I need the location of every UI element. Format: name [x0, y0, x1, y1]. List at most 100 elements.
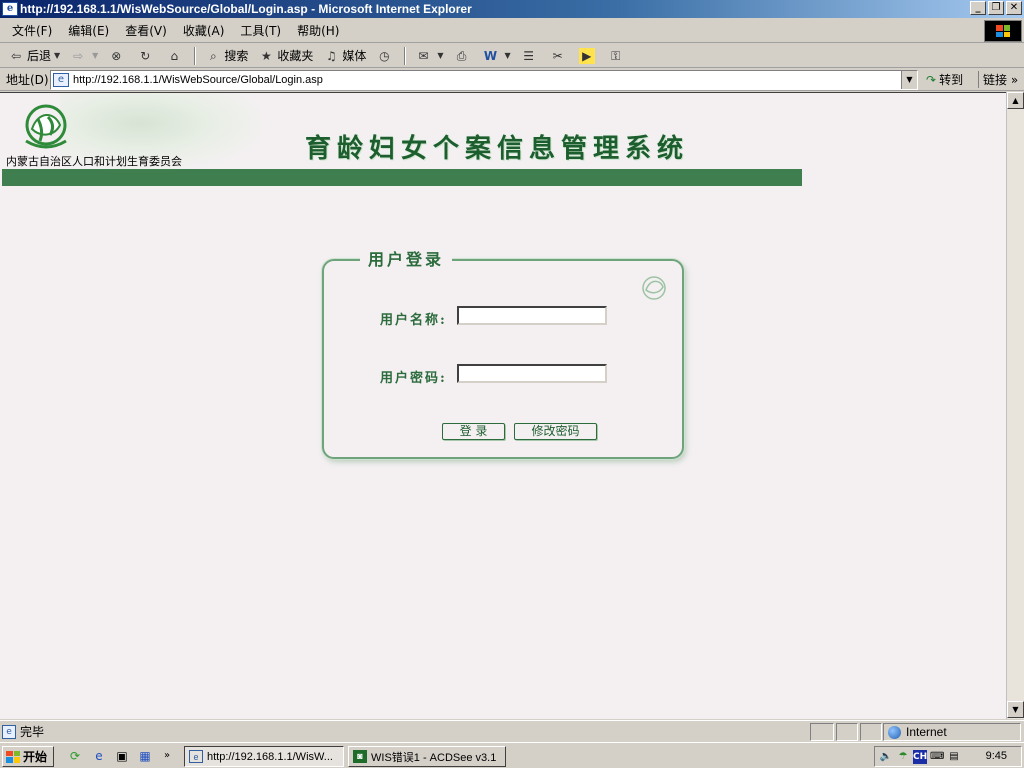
start-button[interactable]: 开始 — [2, 746, 54, 767]
address-url[interactable]: http://192.168.1.1/WisWebSource/Global/L… — [73, 74, 323, 86]
address-input[interactable]: e http://192.168.1.1/WisWebSource/Global… — [50, 70, 918, 90]
menu-favorites[interactable]: 收藏(A) — [175, 22, 233, 39]
tools-button[interactable]: ✂ — [546, 45, 573, 67]
status-bar: e 完毕 Internet — [0, 720, 1024, 742]
status-panel — [836, 723, 858, 741]
volume-icon[interactable]: 🔈 — [879, 750, 893, 764]
menu-edit[interactable]: 编辑(E) — [60, 22, 117, 39]
close-button[interactable]: ✕ — [1006, 1, 1022, 15]
research-button[interactable]: ⚿ — [604, 45, 631, 67]
quicklaunch-media-icon[interactable]: ▦ — [136, 748, 154, 764]
keyboard-icon[interactable]: ⌨ — [930, 750, 944, 764]
scroll-up-icon[interactable]: ▲ — [1007, 92, 1024, 109]
header-green-bar — [2, 169, 802, 186]
go-label: 转到 — [939, 73, 964, 87]
change-password-button[interactable]: 修改密码 — [514, 423, 597, 440]
back-label: 后退 — [27, 49, 52, 63]
forward-button[interactable]: ⇨ ▼ — [66, 45, 102, 67]
toolbar-separator — [194, 46, 197, 65]
done-page-icon: e — [2, 724, 16, 739]
page-content: 内蒙古自治区人口和计划生育委员会 育龄妇女个案信息管理系统 用户登录 用户名称:… — [0, 92, 1006, 719]
refresh-icon: ↻ — [140, 48, 151, 63]
login-title: 用户登录 — [360, 246, 453, 270]
quicklaunch-more-icon[interactable]: » — [158, 748, 176, 764]
go-arrow-icon: ↷ — [926, 72, 937, 87]
watermark-logo-icon — [642, 276, 666, 300]
mail-dropdown-icon[interactable]: ▼ — [437, 51, 443, 60]
quicklaunch-refresh-icon[interactable]: ⟳ — [66, 748, 84, 764]
favorites-button[interactable]: ★ 收藏夹 — [254, 45, 317, 67]
history-button[interactable]: ◷ — [372, 45, 399, 67]
status-text: 完毕 — [20, 725, 45, 739]
menu-view[interactable]: 查看(V) — [117, 22, 175, 39]
media-button[interactable]: ♫ 媒体 — [319, 45, 370, 67]
network-icon[interactable]: ☂ — [896, 750, 910, 764]
task-acdsee-label: WIS错误1 - ACDSee v3.1 — [371, 751, 497, 764]
start-label: 开始 — [23, 750, 48, 764]
password-input[interactable] — [457, 364, 607, 383]
menu-help[interactable]: 帮助(H) — [289, 22, 347, 39]
minimize-button[interactable]: _ — [970, 1, 986, 15]
login-button[interactable]: 登 录 — [442, 423, 505, 440]
vertical-scrollbar[interactable]: ▲ ▼ — [1006, 92, 1024, 719]
menu-file[interactable]: 文件(F) — [4, 22, 60, 39]
print-icon: ⎙ — [456, 48, 467, 63]
search-button[interactable]: ⌕ 搜索 — [201, 45, 252, 67]
login-panel: 用户登录 用户名称: 用户密码: 登 录 修改密码 — [322, 246, 684, 459]
org-name: 内蒙古自治区人口和计划生育委员会 — [6, 155, 182, 168]
page-icon: e — [53, 73, 69, 87]
forward-arrow-icon: ⇨ — [73, 48, 84, 63]
search-icon: ⌕ — [209, 48, 217, 63]
toolbar-separator — [404, 46, 407, 65]
toolbar: ⇦ 后退 ▼ ⇨ ▼ ⊗ ↻ ⌂ ⌕ 搜索 ★ 收藏夹 ♫ 媒体 ◷ ✉ ▼ ⎙… — [0, 44, 1024, 68]
security-zone: Internet — [883, 723, 1021, 741]
refresh-button[interactable]: ↻ — [133, 45, 160, 67]
edit-button[interactable]: W ▼ — [479, 45, 515, 67]
ie-page-icon: e — [2, 2, 18, 16]
quicklaunch-desktop-icon[interactable]: ▣ — [113, 748, 131, 764]
stop-icon: ⊗ — [111, 48, 122, 63]
internet-globe-icon — [888, 725, 901, 739]
links-button[interactable]: 链接 » — [978, 71, 1018, 88]
username-input[interactable] — [457, 306, 607, 325]
address-bar: 地址(D) e http://192.168.1.1/WisWebSource/… — [0, 69, 1024, 91]
address-dropdown-icon[interactable]: ▼ — [901, 71, 917, 89]
favorites-icon: ★ — [260, 48, 272, 63]
forward-dropdown-icon[interactable]: ▼ — [92, 51, 98, 60]
favorites-label: 收藏夹 — [277, 49, 314, 63]
restore-button[interactable]: ❐ — [988, 1, 1004, 15]
mail-button[interactable]: ✉ ▼ — [411, 45, 447, 67]
task-acdsee-window[interactable]: ◙ WIS错误1 - ACDSee v3.1 — [348, 746, 506, 767]
home-button[interactable]: ⌂ — [162, 45, 189, 67]
messenger-icon: ▶ — [578, 47, 595, 64]
status-panel — [810, 723, 834, 741]
windows-flag-icon — [6, 750, 20, 763]
window-controls: _ ❐ ✕ — [970, 1, 1022, 15]
ie-task-icon: e — [189, 750, 203, 763]
back-button[interactable]: ⇦ 后退 ▼ — [4, 45, 64, 67]
system-title: 育龄妇女个案信息管理系统 — [305, 134, 690, 164]
mail-icon: ✉ — [418, 48, 429, 63]
history-icon: ◷ — [379, 48, 390, 63]
taskbar: 开始 ⟳ e ▣ ▦ » e http://192.168.1.1/WisW..… — [0, 742, 1024, 768]
edit-dropdown-icon[interactable]: ▼ — [505, 51, 511, 60]
stop-button[interactable]: ⊗ — [104, 45, 131, 67]
scroll-down-icon[interactable]: ▼ — [1007, 701, 1024, 718]
print-button[interactable]: ⎙ — [450, 45, 477, 67]
links-label: 链接 — [983, 73, 1008, 87]
go-button[interactable]: ↷ 转到 — [926, 71, 963, 88]
quicklaunch-ie-icon[interactable]: e — [90, 748, 108, 764]
ime-tool-icon[interactable]: ▤ — [947, 750, 961, 764]
ime-indicator[interactable]: CH — [913, 749, 927, 764]
address-label: 地址(D) — [6, 73, 49, 87]
task-ie-window[interactable]: e http://192.168.1.1/WisW... — [184, 746, 344, 767]
media-label: 媒体 — [342, 49, 367, 63]
back-dropdown-icon[interactable]: ▼ — [54, 51, 60, 60]
back-arrow-icon: ⇦ — [10, 48, 22, 63]
status-panel — [860, 723, 882, 741]
discuss-button[interactable]: ☰ — [517, 45, 544, 67]
messenger-button[interactable]: ▶ — [575, 45, 602, 67]
window-title: http://192.168.1.1/WisWebSource/Global/L… — [20, 2, 472, 16]
menu-tools[interactable]: 工具(T) — [232, 22, 289, 39]
clock: 9:45 — [985, 750, 1007, 762]
